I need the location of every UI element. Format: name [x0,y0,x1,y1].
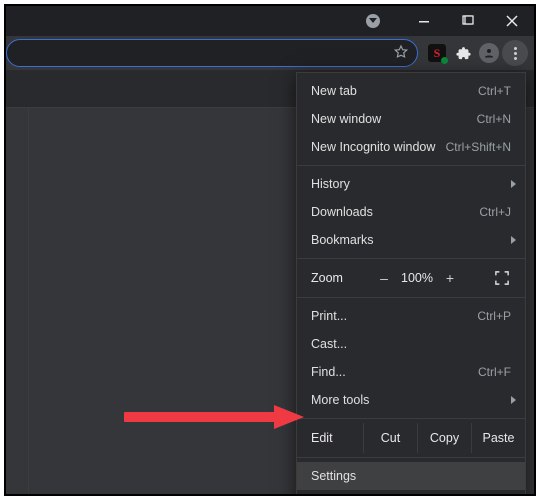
menu-separator [297,457,525,458]
menu-help[interactable]: Help [297,490,525,496]
menu-label: Downloads [311,205,479,219]
menu-print[interactable]: Print... Ctrl+P [297,302,525,330]
minimize-button[interactable] [402,6,446,36]
menu-separator [297,297,525,298]
menu-downloads[interactable]: Downloads Ctrl+J [297,198,525,226]
menu-label: New Incognito window [311,140,446,154]
menu-label: Settings [311,469,511,483]
menu-edit-row: Edit Cut Copy Paste [297,423,525,453]
menu-new-tab[interactable]: New tab Ctrl+T [297,77,525,105]
cut-button[interactable]: Cut [363,423,417,453]
menu-label: Bookmarks [311,233,511,247]
menu-settings[interactable]: Settings [297,462,525,490]
menu-more-tools[interactable]: More tools [297,386,525,414]
close-button[interactable] [490,6,534,36]
menu-label: Find... [311,365,478,379]
browser-window: S New tab Ctrl+T New window Ctrl+N New I… [4,4,536,496]
paste-button[interactable]: Paste [471,423,525,453]
zoom-out-button[interactable]: – [371,270,397,286]
chrome-menu: New tab Ctrl+T New window Ctrl+N New Inc… [296,72,526,496]
menu-label: More tools [311,393,511,407]
menu-separator [297,165,525,166]
toolbar: S [6,36,534,70]
tab-search-icon[interactable] [366,14,380,28]
star-icon[interactable] [393,44,409,63]
menu-label: Print... [311,309,477,323]
zoom-label: Zoom [311,271,371,285]
menu-shortcut: Ctrl+Shift+N [446,140,511,154]
menu-shortcut: Ctrl+T [478,84,511,98]
address-bar[interactable] [6,39,418,67]
zoom-value: 100% [397,271,437,285]
menu-incognito[interactable]: New Incognito window Ctrl+Shift+N [297,133,525,161]
menu-history[interactable]: History [297,170,525,198]
menu-cast[interactable]: Cast... [297,330,525,358]
fullscreen-icon[interactable] [489,271,515,285]
menu-label: New tab [311,84,478,98]
chevron-right-icon [511,393,517,407]
menu-new-window[interactable]: New window Ctrl+N [297,105,525,133]
edit-label: Edit [311,431,363,445]
menu-zoom-row: Zoom – 100% + [297,263,525,293]
menu-bookmarks[interactable]: Bookmarks [297,226,525,254]
extension-s-icon[interactable]: S [424,40,450,66]
maximize-button[interactable] [446,6,490,36]
menu-separator [297,418,525,419]
menu-shortcut: Ctrl+P [477,309,511,323]
menu-label: Cast... [311,337,511,351]
titlebar [6,6,534,36]
menu-shortcut: Ctrl+F [478,365,511,379]
menu-label: New window [311,112,477,126]
menu-shortcut: Ctrl+J [479,205,511,219]
chevron-right-icon [511,233,517,247]
chevron-right-icon [511,177,517,191]
copy-button[interactable]: Copy [417,423,471,453]
extensions-icon[interactable] [450,40,476,66]
zoom-in-button[interactable]: + [437,270,463,286]
menu-separator [297,258,525,259]
profile-avatar[interactable] [476,40,502,66]
content-divider [28,108,29,496]
menu-shortcut: Ctrl+N [477,112,511,126]
menu-find[interactable]: Find... Ctrl+F [297,358,525,386]
more-menu-button[interactable] [502,40,528,66]
menu-label: History [311,177,511,191]
